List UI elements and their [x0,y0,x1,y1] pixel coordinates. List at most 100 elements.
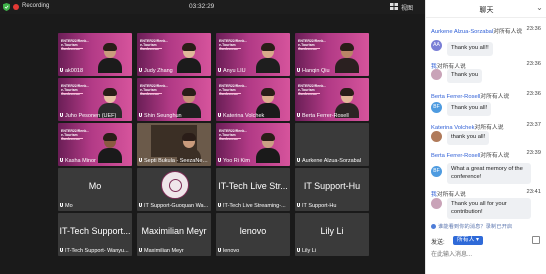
participant-name: Kasha Minor [65,158,96,164]
message-recipient: 对所有人说 [480,94,510,100]
chat-input[interactable] [431,249,541,261]
figure-hair [340,43,354,51]
participant-tile[interactable]: Septi Bukula - SeezaNetwo... [137,123,211,166]
background-accent-bar [61,48,83,50]
microphone-icon [297,113,300,118]
recording-status[interactable]: Recording [22,3,49,9]
microphone-icon [218,248,221,253]
avatar [431,131,442,142]
participant-name: Hanqin Qiu [302,68,330,74]
figure-hair [261,88,275,96]
virtual-background-text: ENTER22/Renk... e-Tourism Conference [140,39,169,51]
participant-display-name: lenovo [239,226,267,236]
participant-name: Berta Ferrer-Rosell [302,113,349,119]
security-shield-icon[interactable] [3,3,10,11]
participant-name-label: Judy Zhang [139,68,209,75]
view-button[interactable]: 视图 [401,3,413,12]
participant-name: ak0018 [65,68,84,74]
message-sender[interactable]: Aurkene Alzua-Sorzabal [431,29,493,35]
participant-name: IT Support-Hu [302,203,337,209]
meeting-timer: 03:32:29 [189,3,215,10]
virtual-background-text: ENTER22/Renk... e-Tourism Conference [219,39,248,51]
participant-name: Katerina Volchek [223,113,265,119]
message-sender-line: Aurkene Alzua-Sorzabal对所有人说 [431,26,522,35]
participant-name-label: IT Support-Hu [297,203,367,210]
participant-tile[interactable]: ENTER22/Renk... e-Tourism Conference Juho… [58,78,132,121]
participant-name: lenovo [223,248,240,254]
participant-display-name: Maximilian Meyr [141,226,207,236]
participant-tile[interactable]: ENTER22/Renk... e-Tourism Conference Shin… [137,78,211,121]
participant-tile[interactable]: IT-Tech Support... IT-Tech Support- Wanyu… [58,213,132,256]
participant-tile[interactable]: IT-Tech Live Str... IT-Tech Live Streamin… [216,168,290,211]
message-recipient: 对所有人说 [480,153,510,159]
figure-hair [182,133,196,141]
participant-tile[interactable]: Lily Li Lily Li [295,213,369,256]
background-accent-bar [61,138,83,140]
send-to-label: 发送: [431,240,445,246]
info-icon [431,224,436,230]
background-accent-bar [298,93,320,95]
participant-tile[interactable]: lenovo lenovo [216,213,290,256]
participant-name: Shin Seunghun [144,113,182,119]
participant-tile[interactable]: ENTER22/Renk... e-Tourism Conference ak00… [58,33,132,76]
recipient-dropdown[interactable]: 所有人 ▾ [453,236,483,245]
participant-name-label: Shin Seunghun [139,113,209,120]
message-bubble: Thank you all! [447,102,492,116]
message-time: 23:41 [526,189,541,195]
background-accent-bar [219,138,241,140]
microphone-icon [139,68,142,73]
participant-tile[interactable]: ENTER22/Renk... e-Tourism Conference Bert… [295,78,369,121]
participant-name: IT-Tech Live Streaming-... [223,203,286,209]
participant-tile[interactable]: ENTER22/Renk... e-Tourism Conference Hanq… [295,33,369,76]
participant-name: Anyu LIU [223,68,246,74]
message-time: 23:36 [526,26,541,32]
microphone-icon [139,248,142,253]
participant-name-label: Yoo Ri Kim [218,158,288,165]
participant-display-name: IT-Tech Support... [59,226,131,236]
figure-hair [182,43,196,51]
participant-tile[interactable]: ENTER22/Renk... e-Tourism Conference Kate… [216,78,290,121]
message-time: 23:36 [526,61,541,67]
participant-name-label: Septi Bukula - SeezaNetwo... [139,158,209,165]
file-icon[interactable] [532,236,540,244]
chat-header: 聊天 ⌄ [426,0,546,18]
participant-tile[interactable]: Aurkene Alzua-Sorzabal [295,123,369,166]
microphone-icon [218,68,221,73]
chat-panel: 聊天 ⌄ Aurkene Alzua-Sorzabal对所有人说 23:36 AA T… [425,0,546,274]
participant-name: IT-Tech Support- Wanyu... [65,248,129,254]
microphone-icon [297,203,300,208]
participant-tile[interactable]: ENTER22/Renk... e-Tourism Conference Yoo … [216,123,290,166]
recording-notice[interactable]: 谁能看到你的消息？录制已开启 [431,222,512,230]
virtual-background-text: ENTER22/Renk... e-Tourism Conference [219,129,248,141]
participant-tile[interactable]: ENTER22/Renk... e-Tourism Conference Judy… [137,33,211,76]
grid-view-icon[interactable] [390,3,398,10]
participant-tile[interactable]: ENTER22/Renk... e-Tourism Conference Kash… [58,123,132,166]
message-time: 23:37 [526,122,541,128]
top-bar: Recording 03:32:29 视图 [0,0,425,14]
avatar: BF [431,166,442,177]
microphone-icon [60,248,63,253]
message-sender[interactable]: Berta Ferrer-Rosell [431,153,480,159]
participant-tile[interactable]: IT Support-Hu IT Support-Hu [295,168,369,211]
participant-display-name: Mo [88,181,102,191]
participant-tile[interactable]: IT Support-Guoquan Wa... [137,168,211,211]
microphone-icon [297,248,300,253]
microphone-icon [139,113,142,118]
participant-name-label: Kasha Minor [60,158,130,165]
figure-hair [261,43,275,51]
participant-tile[interactable]: ENTER22/Renk... e-Tourism Conference Anyu… [216,33,290,76]
figure-hair [103,133,117,141]
virtual-background-text: ENTER22/Renk... e-Tourism Conference [140,84,169,96]
video-gallery: ENTER22/Renk... e-Tourism Conference ak00… [58,33,369,261]
message-sender[interactable]: Berta Ferrer-Rosell [431,94,480,100]
recipient-value: 所有人 [457,237,475,243]
participant-tile[interactable]: Mo Mo [58,168,132,211]
virtual-background-text: ENTER22/Renk... e-Tourism Conference [61,84,90,96]
virtual-background-text: ENTER22/Renk... e-Tourism Conference [298,39,327,51]
background-accent-bar [219,93,241,95]
virtual-background-text: ENTER22/Renk... e-Tourism Conference [219,84,248,96]
participant-name-label: Maximilian Meyr [139,248,209,255]
participant-tile[interactable]: Maximilian Meyr Maximilian Meyr [137,213,211,256]
close-icon[interactable]: ⌄ [535,3,544,12]
microphone-icon [60,113,63,118]
